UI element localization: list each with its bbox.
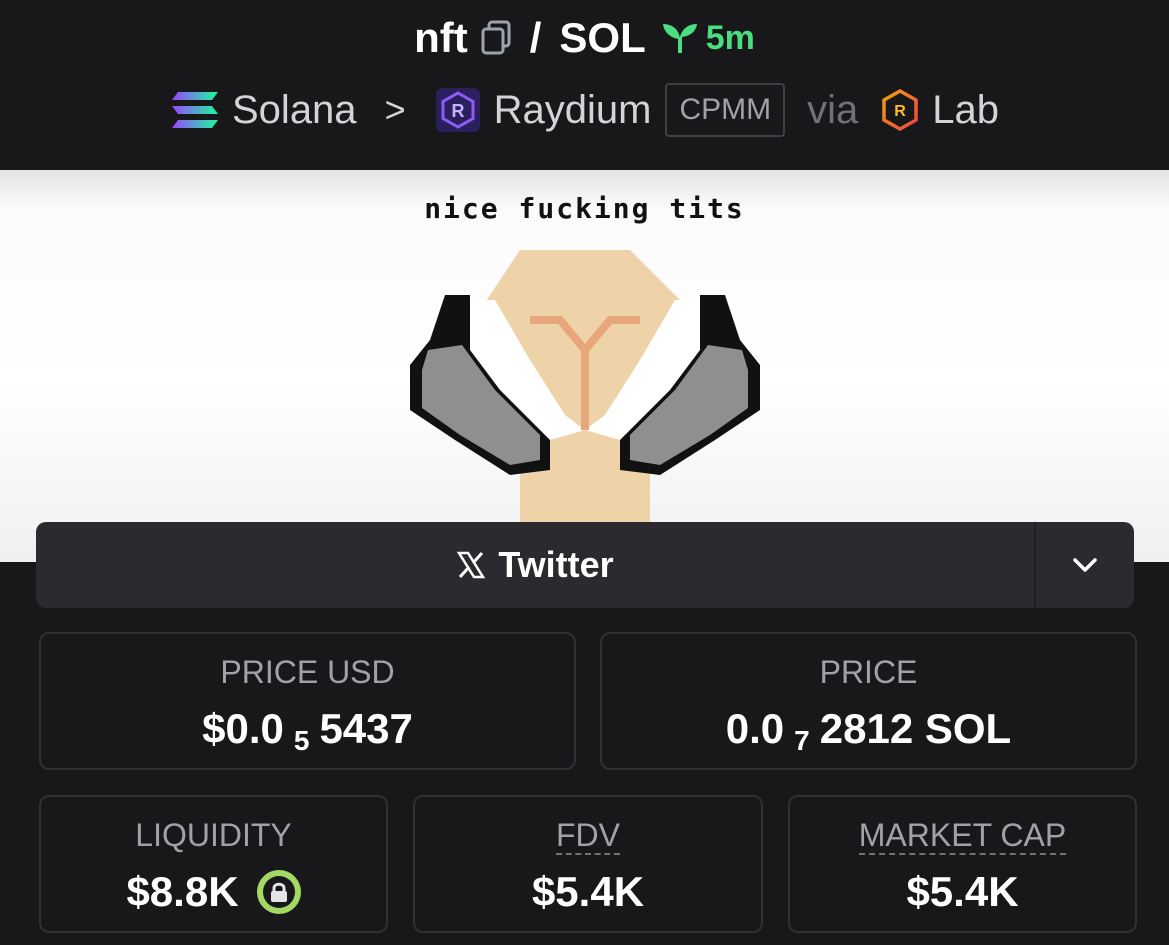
twitter-button[interactable]: Twitter xyxy=(36,522,1034,608)
pair-title: nft / SOL 5m xyxy=(0,10,1169,66)
twitter-label: Twitter xyxy=(498,544,614,585)
breadcrumb: Solana > R Raydium CPMM via R Lab xyxy=(0,80,1169,140)
price-native-value: 0.0 7 2812 SOL xyxy=(602,704,1135,756)
price-usd-digits: 5437 xyxy=(319,705,413,752)
price-usd-card: PRICE USD $0.0 5 5437 xyxy=(39,632,576,770)
x-logo-icon xyxy=(457,551,486,579)
pool-type-badge: CPMM xyxy=(665,83,786,137)
market-cap-label-text: MARKET CAP xyxy=(858,817,1067,855)
quote-symbol: SOL xyxy=(559,14,646,61)
fdv-label-text: FDV xyxy=(556,817,620,855)
pixel-art-illustration xyxy=(410,250,760,530)
price-native-prefix: 0.0 xyxy=(725,705,785,752)
solana-icon xyxy=(172,92,218,128)
sprout-icon xyxy=(662,24,697,53)
chain-link[interactable]: Solana xyxy=(170,80,357,140)
liquidity-label: LIQUIDITY xyxy=(135,817,292,853)
liquidity-value-row: $8.8K xyxy=(41,867,386,917)
socials-dropdown-button[interactable] xyxy=(1034,522,1134,608)
market-cap-card: MARKET CAP $5.4K xyxy=(788,795,1137,933)
price-usd-value: $0.0 5 5437 xyxy=(41,704,574,756)
chain-name: Solana xyxy=(232,88,357,132)
launchpad-link[interactable]: R Lab xyxy=(880,80,999,140)
fdv-label[interactable]: FDV xyxy=(415,815,761,855)
lock-icon xyxy=(270,882,287,902)
price-native-zero-count: 7 xyxy=(794,725,810,756)
liquidity-value: $8.8K xyxy=(126,868,239,915)
socials-bar: Twitter xyxy=(36,522,1134,608)
price-native-card: PRICE 0.0 7 2812 SOL xyxy=(600,632,1137,770)
chevron-right-icon: > xyxy=(384,89,406,130)
liquidity-locked-badge[interactable] xyxy=(256,870,301,914)
market-cap-label[interactable]: MARKET CAP xyxy=(790,815,1135,855)
price-native-digits: 2812 SOL xyxy=(819,705,1012,752)
token-banner-image: nice fucking tits xyxy=(0,170,1169,562)
market-cap-value: $5.4K xyxy=(906,868,1019,915)
pair-header: nft / SOL 5m Solana > R Raydium CPMM via… xyxy=(0,0,1169,170)
svg-text:R: R xyxy=(894,103,906,120)
dex-link[interactable]: R Raydium xyxy=(434,80,652,140)
copy-icon[interactable] xyxy=(480,20,512,56)
launchpad-icon: R xyxy=(882,88,918,132)
chevron-down-icon xyxy=(1073,558,1097,572)
fdv-value: $5.4K xyxy=(531,868,645,915)
price-usd-prefix: $0.0 xyxy=(202,705,284,752)
liquidity-card: LIQUIDITY $8.8K xyxy=(39,795,388,933)
age-label: 5m xyxy=(705,19,755,57)
pair-separator: / xyxy=(529,14,542,61)
price-usd-zero-count: 5 xyxy=(293,725,310,756)
pair-age: 5m xyxy=(660,10,755,66)
fdv-card: FDV $5.4K xyxy=(413,795,763,933)
launchpad-name: Lab xyxy=(932,88,999,132)
token-symbol: nft xyxy=(414,14,468,61)
price-native-label: PRICE xyxy=(819,654,918,690)
raydium-icon: R xyxy=(435,88,480,132)
via-label: via xyxy=(807,88,859,132)
price-usd-label: PRICE USD xyxy=(220,654,395,690)
banner-caption: nice fucking tits xyxy=(424,192,745,225)
svg-text:R: R xyxy=(451,101,464,121)
dex-name: Raydium xyxy=(493,88,652,132)
